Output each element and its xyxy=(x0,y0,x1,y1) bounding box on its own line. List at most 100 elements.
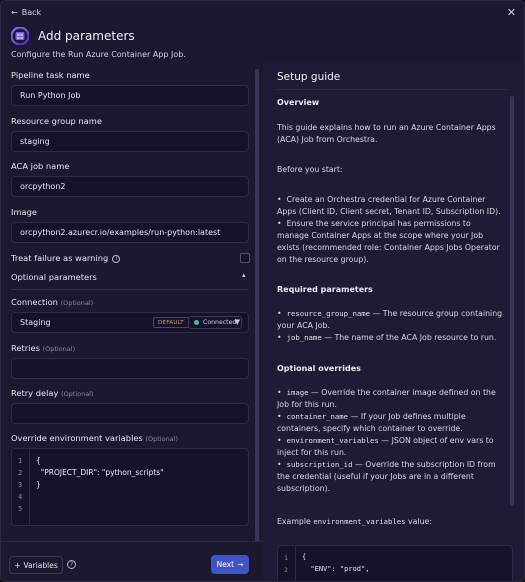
optional-tag: (Optional) xyxy=(145,435,179,443)
line-number: 4 xyxy=(18,493,23,501)
arrow-right-icon: → xyxy=(237,560,244,569)
variables-label: Variables xyxy=(23,560,58,570)
variables-button[interactable]: + Variables xyxy=(9,556,63,574)
line-number: 2 xyxy=(18,469,23,477)
next-label: Next xyxy=(216,560,235,569)
overview-heading: Overview xyxy=(277,98,320,107)
form-scrollbar-thumb[interactable] xyxy=(255,69,259,544)
image-label: Image xyxy=(11,207,37,217)
example-label: Example environment_variables value: xyxy=(277,516,505,528)
guide-scrollbar[interactable] xyxy=(510,96,514,506)
image-value: orcpython2.azurecr.io/examples/run-pytho… xyxy=(20,228,221,237)
resource-group-name-label: Resource group name xyxy=(11,116,102,126)
treat-failure-text: Treat failure as warning xyxy=(11,253,109,263)
retry-delay-label-text: Retry delay xyxy=(11,388,59,398)
optional-item-code: image xyxy=(286,388,309,397)
optional-item: • image — Override the container image d… xyxy=(277,388,496,409)
code-line: { xyxy=(36,456,41,465)
azure-container-apps-logo xyxy=(10,26,30,46)
guide-title: Setup guide xyxy=(277,71,341,83)
form-scrollbar[interactable] xyxy=(255,69,259,544)
back-label: Back xyxy=(21,8,42,17)
default-badge: DEFAULT xyxy=(153,317,189,328)
required-item-code: job_name xyxy=(286,333,322,342)
pipeline-task-name-input[interactable]: Run Python Job xyxy=(11,85,249,106)
title-row: Add parameters xyxy=(10,26,135,46)
required-item: • resource_group_name — The resource gro… xyxy=(277,309,503,330)
line-number-gutter: 1 2 xyxy=(278,546,296,581)
line-number: 3 xyxy=(18,481,23,489)
override-env-editor[interactable]: 1 2 3 4 5 { "PROJECT_DIR": "python_scrip… xyxy=(11,448,249,526)
optional-item: • container_name — If your Job defines m… xyxy=(277,412,466,433)
before-heading: Before you start: xyxy=(277,165,343,174)
required-item: • job_name — The name of the ACA Job res… xyxy=(277,333,497,342)
pipeline-task-name-value: Run Python Job xyxy=(20,91,81,100)
connected-status-text: Connected xyxy=(203,318,237,326)
example-prefix: Example xyxy=(277,517,314,526)
treat-failure-checkbox[interactable] xyxy=(240,253,250,263)
page-subtitle: Configure the Run Azure Container App Jo… xyxy=(11,50,186,59)
optional-tag: (Optional) xyxy=(61,390,94,398)
retry-delay-label: Retry delay (Optional) xyxy=(11,388,94,398)
example-suffix: value: xyxy=(405,517,432,526)
aca-job-name-value: orcpython2 xyxy=(20,182,66,191)
code-line: "PROJECT_DIR": "python_scripts" xyxy=(36,468,164,477)
next-button[interactable]: Next → xyxy=(211,555,249,574)
optional-parameters-toggle[interactable]: Optional parameters xyxy=(11,272,97,282)
code-line: "ENV": "prod", xyxy=(302,565,370,573)
optional-tag: (Optional) xyxy=(60,299,94,307)
connection-label-text: Connection xyxy=(11,297,58,307)
line-number: 1 xyxy=(284,554,288,562)
retries-input[interactable] xyxy=(11,358,249,379)
example-code-block: 1 2 { "ENV": "prod", xyxy=(277,545,513,581)
aca-job-name-input[interactable]: orcpython2 xyxy=(11,176,249,197)
line-number-gutter: 1 2 3 4 5 xyxy=(12,449,30,525)
example-code: environment_variables xyxy=(313,517,406,526)
required-heading: Required parameters xyxy=(277,285,373,294)
before-item: • Create an Orchestra credential for Azu… xyxy=(277,195,501,216)
connection-select[interactable]: Staging DEFAULT Connected ▼ xyxy=(11,312,249,333)
pipeline-task-name-label: Pipeline task name xyxy=(11,70,90,80)
override-env-label-text: Override environment variables xyxy=(11,433,143,443)
retries-label: Retries (Optional) xyxy=(11,343,75,353)
close-icon[interactable]: ✕ xyxy=(507,6,516,19)
before-item: • Ensure the service principal has permi… xyxy=(277,219,500,264)
resource-group-name-input[interactable]: staging xyxy=(11,131,249,152)
connection-value: Staging xyxy=(20,318,51,327)
line-number: 1 xyxy=(18,457,23,465)
help-icon[interactable]: ? xyxy=(67,560,76,569)
add-parameters-dialog: ← Back ✕ Add parameters Configure the Ru… xyxy=(0,0,525,582)
optional-item-code: container_name xyxy=(286,412,349,421)
line-number: 5 xyxy=(18,505,23,513)
optional-item-code: subscription_id xyxy=(286,460,353,469)
resource-group-name-value: staging xyxy=(20,137,50,146)
image-input[interactable]: orcpython2.azurecr.io/examples/run-pytho… xyxy=(11,222,249,243)
footer-bar: + Variables ? Next → xyxy=(1,541,263,581)
code-line: { xyxy=(302,553,307,561)
before-item-text: Ensure the service principal has permiss… xyxy=(277,219,500,264)
section-divider xyxy=(11,289,249,290)
chevron-up-icon[interactable]: ▴ xyxy=(242,271,246,279)
optional-overrides-heading: Optional overrides xyxy=(277,364,361,373)
required-item-code: resource_group_name xyxy=(286,309,371,318)
setup-guide-panel: Setup guide Overview This guide explains… xyxy=(263,63,524,581)
override-env-label: Override environment variables (Optional… xyxy=(11,433,178,443)
connection-label: Connection (Optional) xyxy=(11,297,93,307)
optional-item: • environment_variables — JSON object of… xyxy=(277,436,494,457)
overview-text: This guide explains how to run an Azure … xyxy=(277,123,496,144)
page-title: Add parameters xyxy=(38,29,135,43)
treat-failure-label: Treat failure as warning i xyxy=(11,253,121,263)
status-dot-icon xyxy=(194,320,199,325)
guide-divider xyxy=(277,89,507,90)
optional-tag: (Optional) xyxy=(42,345,76,353)
code-line: } xyxy=(36,480,41,489)
top-bar: ← Back ✕ xyxy=(1,1,524,23)
optional-item: • subscription_id — Override the subscri… xyxy=(277,460,496,493)
caret-down-icon[interactable]: ▼ xyxy=(235,318,240,326)
back-button[interactable]: ← Back xyxy=(11,8,41,17)
required-item-text: — The name of the ACA Job resource to ru… xyxy=(321,333,497,342)
plus-icon: + xyxy=(14,560,21,570)
info-icon[interactable]: i xyxy=(112,254,121,263)
optional-parameters-label: Optional parameters xyxy=(11,272,97,282)
retry-delay-input[interactable] xyxy=(11,403,249,424)
